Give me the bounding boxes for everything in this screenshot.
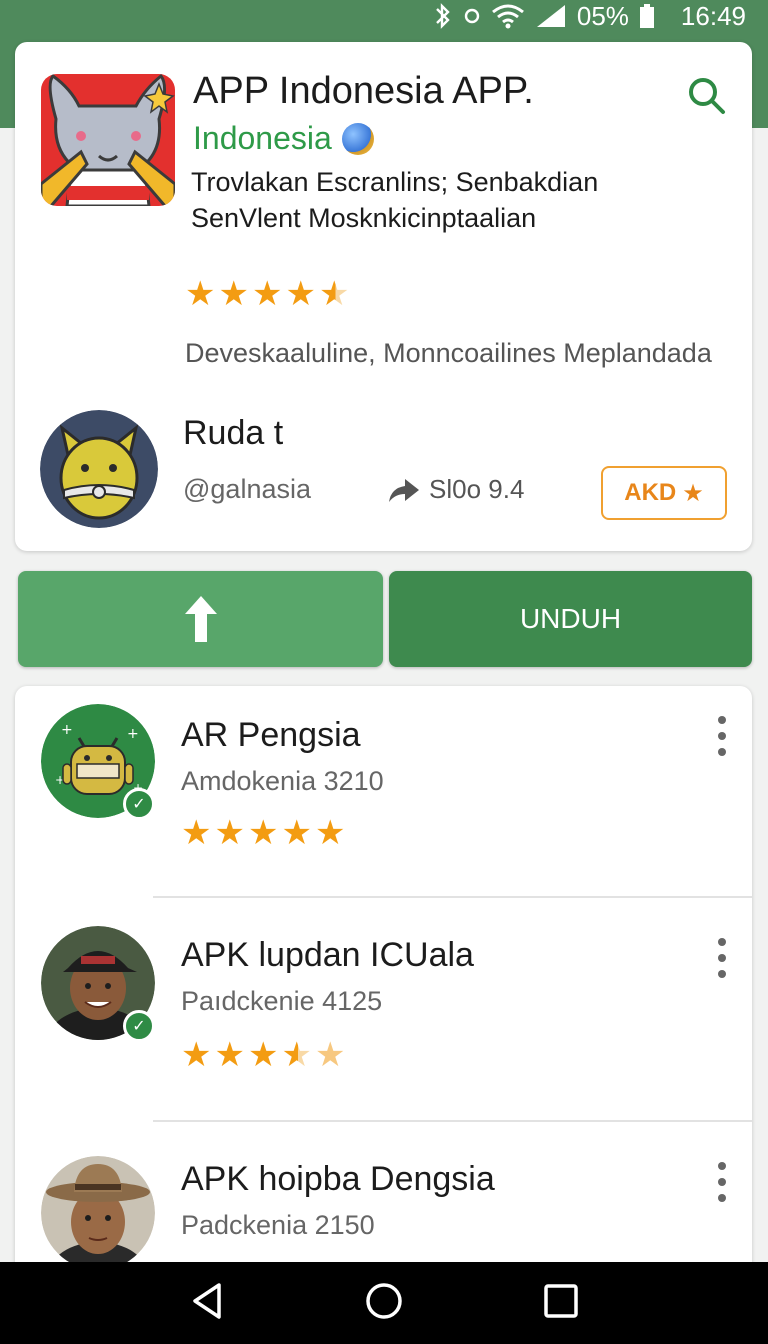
half-star-icon: ★	[281, 1036, 312, 1074]
star-icon: ★	[181, 1036, 212, 1074]
list-item-rating: ★ ★ ★ ★ ★	[181, 816, 345, 850]
arrow-up-icon	[184, 596, 217, 642]
star-icon: ★	[214, 1036, 245, 1074]
more-options-icon[interactable]	[715, 938, 729, 978]
star-icon: ★	[314, 814, 346, 852]
akd-badge[interactable]: AKD ★	[601, 466, 727, 520]
star-icon: ★	[314, 1036, 346, 1074]
app-rating: ★ ★ ★ ★ ★	[185, 277, 349, 311]
back-button[interactable]	[189, 1281, 225, 1326]
home-icon	[366, 1282, 402, 1319]
wifi-icon	[491, 3, 525, 29]
developer-name[interactable]: Ruda t	[183, 414, 283, 453]
size-info: Sl0o 9.4	[387, 474, 524, 505]
bluetooth-icon	[433, 3, 453, 29]
signal-icon	[535, 3, 567, 29]
developer-handle: @galnasia	[183, 474, 311, 504]
recents-icon	[543, 1283, 578, 1318]
list-item[interactable]: ✓ APK lupdan ICUala Paıdckenie 4125 ★ ★ …	[15, 908, 752, 1132]
star-icon: ★	[247, 1036, 279, 1074]
star-icon: ★	[251, 275, 283, 313]
developer-categories: Deveskaaluline, Monncoailines Meplandada	[185, 338, 712, 368]
more-options-icon[interactable]	[715, 1162, 729, 1202]
app-subtitle: Indonesia	[193, 120, 374, 157]
back-icon	[193, 1282, 222, 1319]
star-icon: ★	[682, 479, 704, 507]
half-star-icon: ★	[318, 275, 350, 313]
app-icon[interactable]	[41, 74, 175, 206]
list-divider	[153, 1120, 752, 1122]
app-description-line1: Trovlakan Escranlins; Senbakdian	[191, 167, 599, 197]
app-list: + + + + ✓ AR Pengsia Amdokenia 3210 ★ ★ …	[15, 686, 752, 1286]
person-hat-avatar	[41, 1156, 155, 1270]
battery-icon	[639, 3, 655, 29]
svg-text:+: +	[127, 726, 139, 742]
battery-percent: 05%	[576, 0, 629, 31]
upload-button[interactable]	[18, 571, 383, 667]
star-icon: ★	[218, 275, 249, 313]
list-item-meta: Paıdckenie 4125	[181, 986, 383, 1016]
clock: 16:49	[680, 0, 746, 31]
list-item[interactable]: + + + + ✓ AR Pengsia Amdokenia 3210 ★ ★ …	[15, 686, 752, 910]
search-button[interactable]	[685, 74, 729, 118]
app-description-line2: SenVlent Mosknkicinptaalian	[191, 203, 537, 233]
star-icon: ★	[181, 814, 212, 852]
navigation-bar	[0, 1262, 768, 1344]
star-icon: ★	[281, 814, 312, 852]
svg-text:+: +	[61, 722, 73, 738]
list-item-title: APK lupdan ICUala	[181, 936, 474, 974]
list-item-title: AR Pengsia	[181, 716, 361, 754]
list-divider	[153, 896, 752, 898]
installed-check-icon: ✓	[123, 1010, 155, 1042]
home-button[interactable]	[364, 1281, 404, 1326]
list-item-meta: Amdokenia 3210	[181, 766, 384, 796]
star-icon: ★	[185, 275, 216, 313]
download-button[interactable]: UNDUH	[389, 571, 752, 667]
search-icon	[689, 78, 725, 114]
share-arrow-icon	[389, 478, 419, 502]
status-bar: 05% 16:49	[0, 0, 768, 32]
app-description: Trovlakan Escranlins; Senbakdian SenVlen…	[191, 164, 711, 236]
developer-avatar[interactable]	[40, 410, 158, 528]
list-item-rating: ★ ★ ★ ★ ★	[181, 1038, 345, 1072]
more-options-icon[interactable]	[715, 716, 729, 756]
star-icon: ★	[214, 814, 245, 852]
app-header-card: APP Indonesia APP. Indonesia Trovlakan E…	[15, 42, 752, 551]
recents-button[interactable]	[543, 1283, 579, 1324]
star-icon: ★	[285, 275, 316, 313]
installed-check-icon: ✓	[123, 788, 155, 820]
star-icon: ★	[247, 814, 279, 852]
list-item-title: APK hoipba Dengsia	[181, 1160, 495, 1198]
globe-icon	[341, 122, 374, 155]
size-value: Sl0o 9.4	[429, 474, 525, 504]
app-title: APP Indonesia APP.	[193, 70, 534, 112]
alarm-icon	[463, 7, 481, 25]
list-item-meta: Padckenia 2150	[181, 1210, 375, 1240]
akd-badge-label: AKD	[624, 479, 677, 506]
app-subtitle-text: Indonesia	[193, 120, 332, 156]
